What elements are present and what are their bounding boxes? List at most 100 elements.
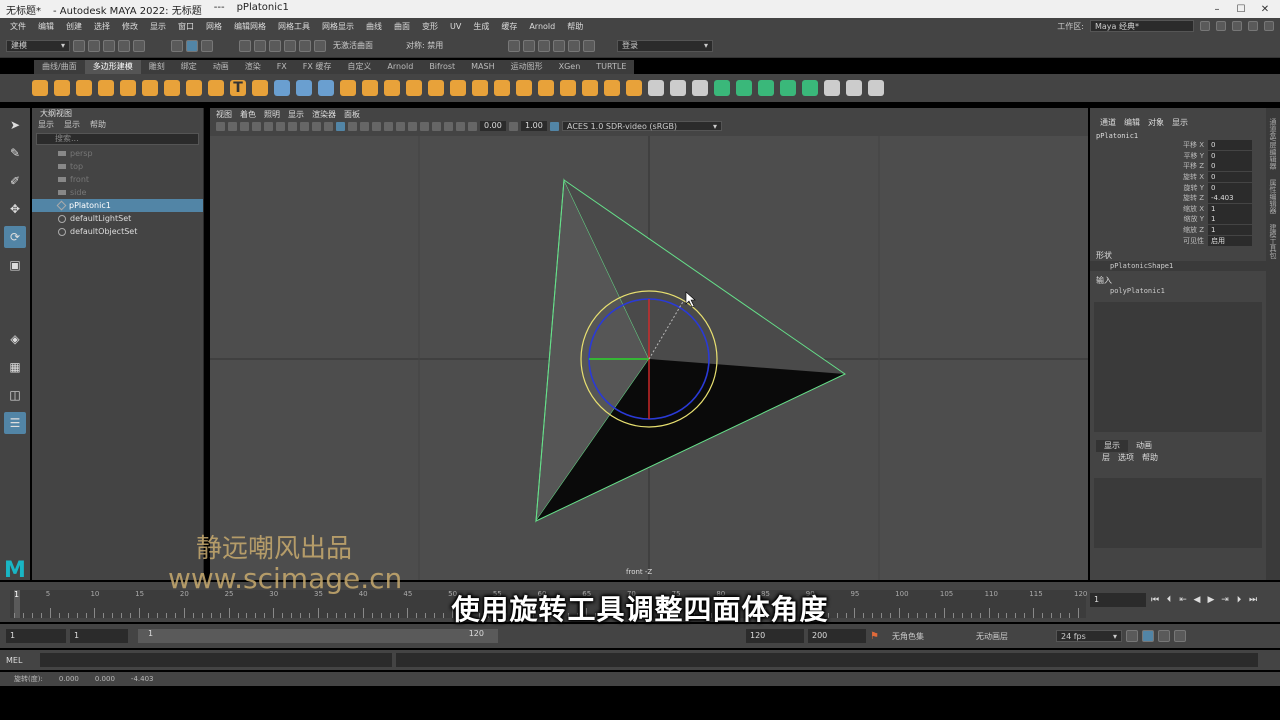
mash-icon[interactable] — [274, 80, 290, 96]
extrude-icon[interactable] — [450, 80, 466, 96]
hypershade-icon[interactable] — [553, 39, 565, 52]
channel-row[interactable]: 缩放 Z 1 — [1090, 225, 1266, 236]
menu-item[interactable]: UV — [444, 22, 467, 31]
poly-disc-icon[interactable] — [164, 80, 180, 96]
shelf-tab[interactable]: Arnold — [379, 60, 421, 74]
shelf-tab[interactable]: 运动图形 — [503, 60, 551, 74]
snap-point-icon[interactable] — [269, 39, 281, 52]
menu-item[interactable]: 变形 — [416, 21, 444, 32]
poly-torus-icon[interactable] — [120, 80, 136, 96]
resolution-gate-icon[interactable] — [276, 121, 285, 131]
shelf-tab[interactable]: 渲染 — [237, 60, 269, 74]
pause-icon[interactable] — [583, 39, 595, 52]
separate-icon[interactable] — [362, 80, 378, 96]
channel-value-field[interactable]: 1 — [1208, 214, 1252, 225]
channel-row[interactable]: 缩放 Y 1 — [1090, 214, 1266, 225]
mel-label[interactable]: MEL — [6, 656, 36, 665]
bookmark-icon[interactable] — [228, 121, 237, 131]
menu-item[interactable]: 曲面 — [388, 21, 416, 32]
channel-row[interactable]: 可见性 启用 — [1090, 235, 1266, 246]
minimize-icon[interactable]: – — [1206, 1, 1228, 17]
super-shape-icon[interactable] — [208, 80, 224, 96]
character-set-dropdown[interactable]: 无角色集 — [888, 630, 968, 642]
poly-cube-icon[interactable] — [54, 80, 70, 96]
viewport-menu-item[interactable]: 渲染器 — [312, 109, 336, 120]
snap-view-icon[interactable] — [284, 39, 296, 52]
anim-preferences-icon[interactable] — [1174, 630, 1186, 642]
render-icon[interactable] — [508, 39, 520, 52]
panel-icon[interactable] — [1264, 21, 1274, 31]
side-tab-modeling-toolkit[interactable]: 建模工具包 — [1268, 224, 1278, 259]
render-settings-icon[interactable] — [538, 39, 550, 52]
poly-cylinder-icon[interactable] — [76, 80, 92, 96]
close-icon[interactable]: ✕ — [1254, 1, 1276, 17]
append-icon[interactable] — [516, 80, 532, 96]
smooth-icon[interactable] — [384, 80, 400, 96]
fps-dropdown[interactable]: 24 fps ▾ — [1056, 630, 1122, 642]
shelf-tab[interactable]: XGen — [551, 60, 589, 74]
shelf-tab[interactable]: 动画 — [205, 60, 237, 74]
poly-plane-icon[interactable] — [142, 80, 158, 96]
auto-key-icon[interactable]: ⚑ — [870, 631, 884, 642]
outliner-item-defaultLightSet[interactable]: defaultLightSet — [32, 212, 203, 225]
layer-menu-item[interactable]: 帮助 — [1142, 452, 1158, 463]
move-tool-icon[interactable]: ✥ — [4, 198, 26, 220]
gamma-field[interactable]: 1.00 — [521, 121, 547, 131]
channel-value-field[interactable]: -4.403 — [1208, 193, 1252, 204]
viewport-menu-item[interactable]: 照明 — [264, 109, 280, 120]
workspace-dropdown[interactable]: Maya 经典* — [1090, 20, 1194, 32]
textured-icon[interactable] — [360, 121, 369, 131]
combine-icon[interactable] — [340, 80, 356, 96]
gate-mask-icon[interactable] — [288, 121, 297, 131]
channel-row[interactable]: 平移 Z 0 — [1090, 161, 1266, 172]
snap-curve-icon[interactable] — [254, 39, 266, 52]
channel-value-field[interactable]: 0 — [1208, 150, 1252, 161]
shelf-tab[interactable]: MASH — [463, 60, 502, 74]
motion-blur-icon[interactable] — [408, 121, 417, 131]
type-tool-icon[interactable]: T — [230, 80, 246, 96]
single-perspective-layout-icon[interactable]: ◈ — [4, 328, 26, 350]
grid-toggle-icon[interactable] — [252, 121, 261, 131]
mesh-tools-icon[interactable] — [296, 80, 312, 96]
shelf-tab[interactable]: 自定义 — [339, 60, 379, 74]
sound-icon[interactable] — [1158, 630, 1170, 642]
menu-item[interactable]: 曲线 — [360, 21, 388, 32]
menu-item[interactable]: 编辑网格 — [228, 21, 272, 32]
shelf-tab[interactable]: 雕刻 — [141, 60, 173, 74]
bridge-icon[interactable] — [494, 80, 510, 96]
select-hierarchy-icon[interactable] — [171, 39, 183, 52]
zero-transform-icon[interactable] — [318, 80, 334, 96]
input-node-name[interactable]: polyPlatonic1 — [1090, 286, 1266, 296]
channel-box-menu-item[interactable]: 显示 — [1172, 117, 1188, 128]
layer-menu-item[interactable]: 层 — [1102, 452, 1110, 463]
channel-row[interactable]: 缩放 X 1 — [1090, 203, 1266, 215]
snap-vertex-icon[interactable] — [314, 39, 326, 52]
snap-surface-icon[interactable] — [299, 39, 311, 52]
film-gate-icon[interactable] — [264, 121, 273, 131]
wireframe-icon[interactable] — [324, 121, 333, 131]
fill-hole-icon[interactable] — [538, 80, 554, 96]
boolean-icon[interactable] — [406, 80, 422, 96]
layer-menu-item[interactable]: 选项 — [1118, 452, 1134, 463]
channel-row[interactable]: 平移 X 0 — [1090, 140, 1266, 151]
outliner-menu-item[interactable]: 帮助 — [90, 119, 106, 131]
auto-uv-icon[interactable] — [736, 80, 752, 96]
ambient-occlusion-icon[interactable] — [396, 121, 405, 131]
cache-playback-icon[interactable] — [1142, 630, 1154, 642]
poly-platonic-icon[interactable] — [186, 80, 202, 96]
select-tool-icon[interactable]: ➤ — [4, 114, 26, 136]
outliner-layout-icon[interactable]: ☰ — [4, 412, 26, 434]
ipr-render-icon[interactable] — [523, 39, 535, 52]
sew-uv-icon[interactable] — [846, 80, 862, 96]
mel-input[interactable] — [40, 653, 392, 667]
menu-item[interactable]: 修改 — [116, 21, 144, 32]
outliner-menu-item[interactable]: 显示 — [64, 119, 80, 131]
outliner-item-front[interactable]: front — [32, 173, 203, 186]
panel-icon[interactable] — [1232, 21, 1242, 31]
offset-edge-loop-icon[interactable] — [692, 80, 708, 96]
viewport-3d[interactable]: front -Z — [210, 136, 1088, 580]
isolate-select-icon[interactable] — [432, 121, 441, 131]
shelf-tab[interactable]: FX — [269, 60, 295, 74]
undo-icon[interactable] — [118, 39, 130, 52]
color-space-dropdown[interactable]: ACES 1.0 SDR-video (sRGB) ▾ — [562, 121, 722, 131]
